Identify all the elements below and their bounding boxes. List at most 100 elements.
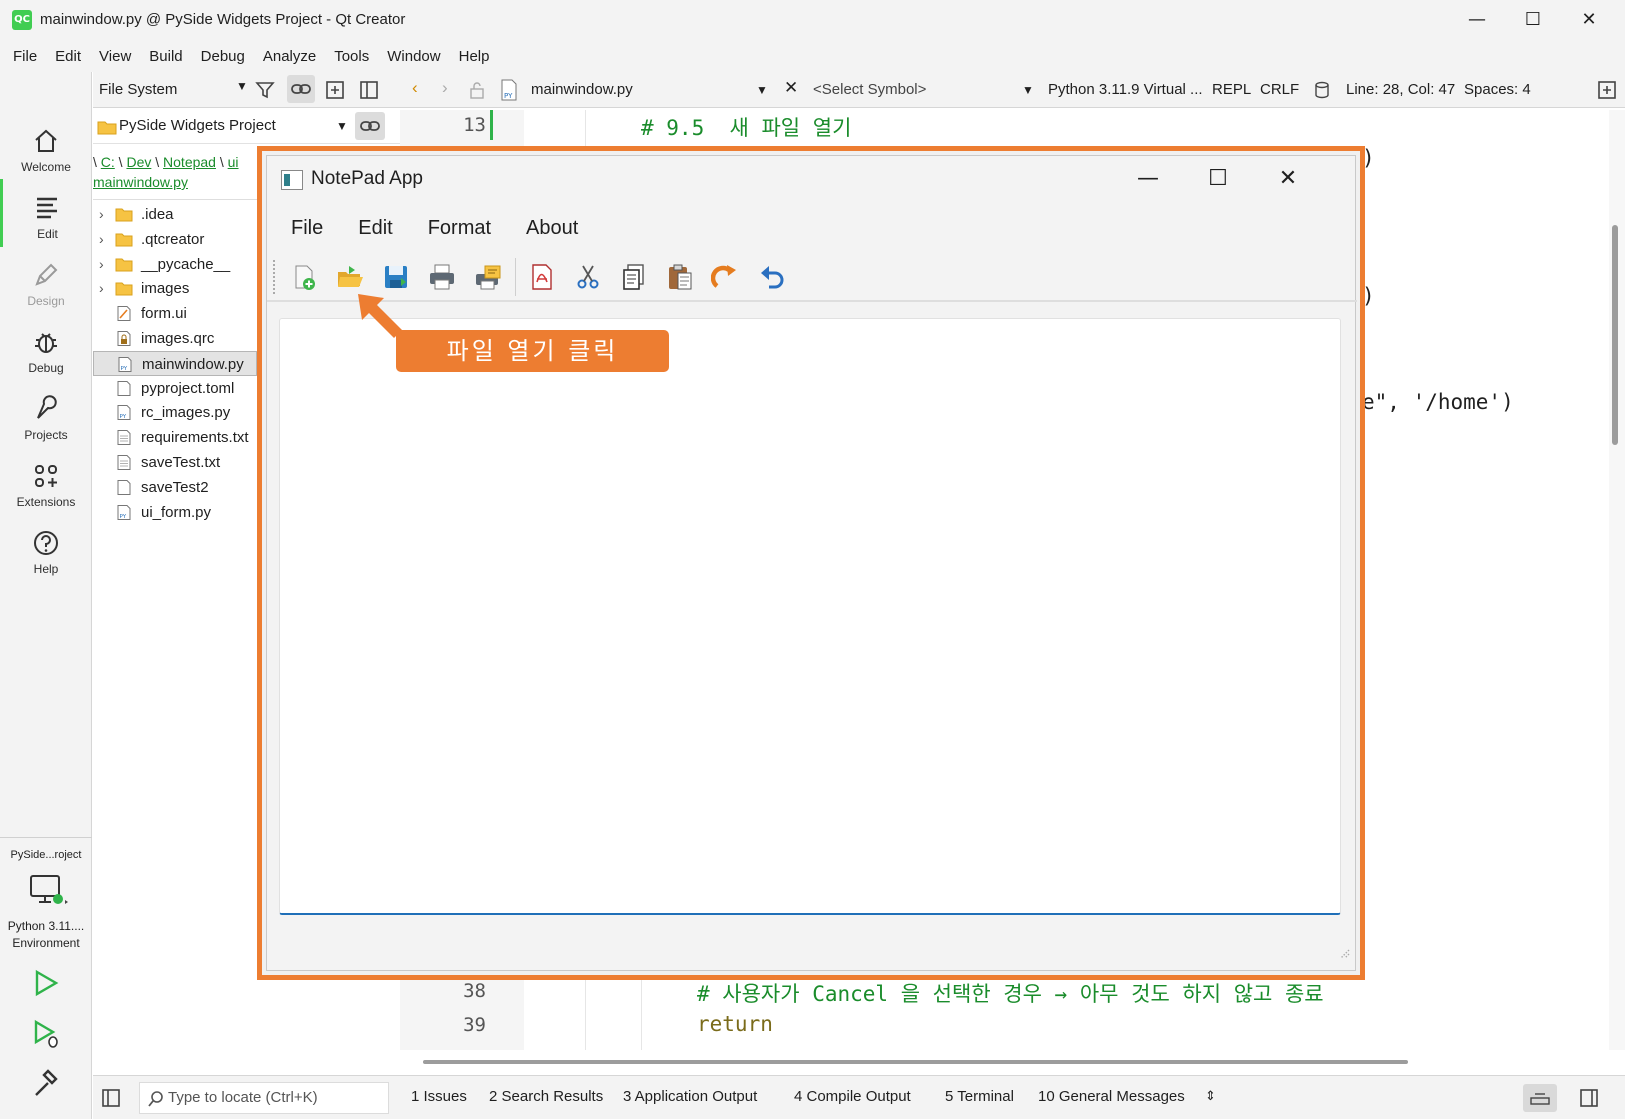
- mode-design[interactable]: Design: [0, 246, 92, 314]
- tree-item[interactable]: saveTest2: [93, 475, 257, 500]
- menu-window[interactable]: Window: [378, 48, 449, 65]
- menu-analyze[interactable]: Analyze: [254, 48, 325, 65]
- menu-file[interactable]: File: [4, 48, 46, 65]
- project-link-button[interactable]: [355, 112, 385, 140]
- sidebar-toggle-icon[interactable]: [101, 1088, 121, 1108]
- tree-item[interactable]: requirements.txt: [93, 425, 257, 450]
- chevron-down-icon[interactable]: ▼: [236, 79, 248, 93]
- copy-icon[interactable]: [619, 262, 649, 292]
- tree-item[interactable]: › images: [93, 276, 257, 301]
- progress-toggle-button[interactable]: [1523, 1084, 1557, 1112]
- build-hammer-icon[interactable]: [31, 1068, 63, 1100]
- chevron-down-icon[interactable]: ▼: [756, 83, 768, 97]
- line-ending-selector[interactable]: CRLF: [1260, 81, 1299, 98]
- new-file-icon[interactable]: [289, 262, 319, 292]
- tree-item[interactable]: form.ui: [93, 301, 257, 326]
- filter-icon[interactable]: [255, 80, 275, 100]
- menu-help[interactable]: Help: [450, 48, 499, 65]
- mode-help[interactable]: Help: [0, 514, 92, 582]
- open-file-icon[interactable]: [335, 262, 365, 292]
- document-combo[interactable]: mainwindow.py: [531, 81, 633, 98]
- chevron-right-icon[interactable]: ›: [99, 252, 104, 277]
- breadcrumb-file[interactable]: mainwindow.py: [93, 174, 188, 190]
- pane-search-results[interactable]: 2 Search Results: [489, 1088, 603, 1105]
- chevron-down-icon[interactable]: ▼: [1022, 83, 1034, 97]
- pane-more-icon[interactable]: ⇕: [1205, 1088, 1216, 1104]
- notepad-menu-file[interactable]: File: [281, 217, 348, 240]
- close-split-icon[interactable]: [359, 80, 379, 100]
- split-editor-icon[interactable]: [1597, 80, 1617, 100]
- locator-input[interactable]: Type to locate (Ctrl+K): [139, 1082, 389, 1114]
- breadcrumb-c[interactable]: C:: [101, 154, 115, 170]
- notepad-close-button[interactable]: ✕: [1253, 156, 1323, 202]
- vertical-scrollbar-thumb[interactable]: [1612, 225, 1618, 445]
- chevron-right-icon[interactable]: ›: [99, 202, 104, 227]
- cursor-position[interactable]: Line: 28, Col: 47: [1346, 81, 1455, 98]
- notepad-menu-format[interactable]: Format: [418, 217, 516, 240]
- run-icon[interactable]: [31, 968, 61, 998]
- repl-button[interactable]: REPL: [1212, 81, 1251, 98]
- mode-welcome[interactable]: Welcome: [0, 112, 92, 180]
- mode-debug[interactable]: Debug: [0, 313, 92, 381]
- tree-item[interactable]: saveTest.txt: [93, 450, 257, 475]
- menu-build[interactable]: Build: [140, 48, 191, 65]
- kit-selector-icon[interactable]: [28, 874, 70, 910]
- tree-item[interactable]: › __pycache__: [93, 252, 257, 277]
- resize-grip-icon[interactable]: [1337, 946, 1351, 960]
- chevron-right-icon[interactable]: ›: [99, 227, 104, 252]
- breadcrumb-dev[interactable]: Dev: [126, 154, 151, 170]
- print-preview-icon[interactable]: [473, 262, 503, 292]
- breadcrumb-ui[interactable]: ui: [228, 154, 239, 170]
- forward-arrow-icon[interactable]: ›: [442, 78, 448, 98]
- toolbar-handle[interactable]: [273, 260, 275, 294]
- close-button[interactable]: ✕: [1561, 0, 1617, 40]
- view-combo[interactable]: File System: [97, 78, 253, 102]
- notepad-text-area[interactable]: [279, 318, 1341, 915]
- chevron-right-icon[interactable]: ›: [99, 276, 104, 301]
- breadcrumb-notepad[interactable]: Notepad: [163, 154, 216, 170]
- print-icon[interactable]: [427, 262, 457, 292]
- maximize-button[interactable]: ☐: [1505, 0, 1561, 40]
- notepad-menu-about[interactable]: About: [516, 217, 603, 240]
- notepad-menu-edit[interactable]: Edit: [348, 217, 417, 240]
- pane-issues[interactable]: 1 Issues: [411, 1088, 467, 1105]
- notepad-maximize-button[interactable]: ☐: [1183, 156, 1253, 202]
- database-icon[interactable]: [1312, 80, 1332, 100]
- tree-item[interactable]: › .qtcreator: [93, 227, 257, 252]
- mode-extensions[interactable]: Extensions: [0, 447, 92, 515]
- project-combo[interactable]: PySide Widgets Project: [119, 117, 276, 134]
- horizontal-scrollbar-thumb[interactable]: [423, 1060, 1408, 1064]
- menu-edit[interactable]: Edit: [46, 48, 90, 65]
- indent-setting[interactable]: Spaces: 4: [1464, 81, 1531, 98]
- interpreter-selector[interactable]: Python 3.11.9 Virtual ...: [1048, 81, 1203, 98]
- tree-item[interactable]: PY rc_images.py: [93, 400, 257, 425]
- lock-icon[interactable]: [468, 81, 486, 99]
- close-document-icon[interactable]: ✕: [784, 78, 798, 98]
- tree-item[interactable]: images.qrc: [93, 326, 257, 351]
- redo-icon[interactable]: [711, 262, 741, 292]
- menu-debug[interactable]: Debug: [192, 48, 254, 65]
- menu-tools[interactable]: Tools: [325, 48, 378, 65]
- add-split-icon[interactable]: [325, 80, 345, 100]
- cut-icon[interactable]: [573, 262, 603, 292]
- tree-item[interactable]: › .idea: [93, 202, 257, 227]
- chevron-down-icon[interactable]: ▼: [336, 119, 348, 133]
- sync-toggle-button[interactable]: [287, 75, 315, 103]
- mode-projects[interactable]: Projects: [0, 380, 92, 448]
- export-pdf-icon[interactable]: [527, 262, 557, 292]
- save-file-icon[interactable]: [381, 262, 411, 292]
- tree-item[interactable]: pyproject.toml: [93, 376, 257, 401]
- pane-application-output[interactable]: 3 Application Output: [623, 1088, 757, 1105]
- paste-icon[interactable]: [665, 262, 695, 292]
- pane-compile-output[interactable]: 4 Compile Output: [794, 1088, 911, 1105]
- notepad-minimize-button[interactable]: —: [1113, 156, 1183, 202]
- minimize-button[interactable]: —: [1449, 0, 1505, 40]
- tree-item[interactable]: PY ui_form.py: [93, 500, 257, 525]
- symbol-combo[interactable]: <Select Symbol>: [813, 81, 926, 98]
- debug-run-icon[interactable]: [31, 1018, 63, 1050]
- menu-view[interactable]: View: [90, 48, 140, 65]
- right-sidebar-toggle-icon[interactable]: [1579, 1088, 1599, 1108]
- undo-icon[interactable]: [757, 262, 787, 292]
- back-arrow-icon[interactable]: ‹: [412, 78, 418, 98]
- pane-terminal[interactable]: 5 Terminal: [945, 1088, 1014, 1105]
